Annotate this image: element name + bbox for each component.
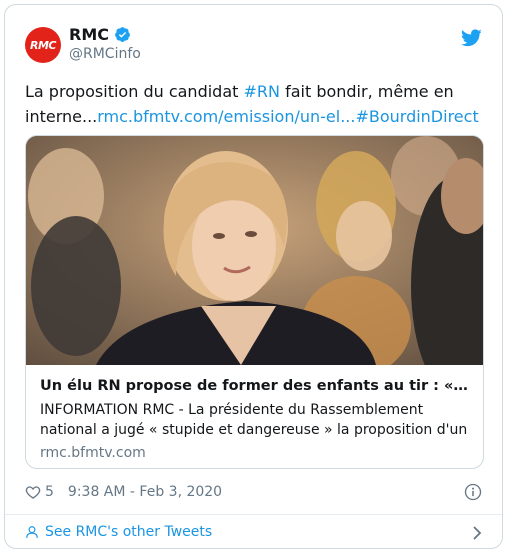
person-icon [26,526,38,538]
tweet-header: RMC RMC @RMCinfo [25,25,482,73]
tweet-meta: 5 9:38 AM - Feb 3, 2020 [25,480,482,504]
avatar-label: RMC [30,38,57,52]
twitter-bird-icon[interactable] [461,29,482,47]
article-link[interactable]: rmc.bfmtv.com/emission/un-el... [97,107,355,126]
display-name[interactable]: RMC [69,25,109,44]
author-names[interactable]: RMC @RMCinfo [69,25,141,62]
card-title[interactable]: Un élu RN propose de former des enfants … [40,376,469,396]
card-image[interactable] [26,136,483,365]
card-domain: rmc.bfmtv.com [40,445,146,461]
chevron-right-icon[interactable] [472,526,482,540]
verified-badge-icon [115,27,130,42]
card-body: Un élu RN propose de former des enfants … [40,376,469,463]
info-icon[interactable] [464,483,482,501]
timestamp[interactable]: 9:38 AM - Feb 3, 2020 [68,484,222,500]
tweet-text: La proposition du candidat #RN fait bond… [25,79,487,129]
see-more-tweets-link[interactable]: See RMC's other Tweets [25,516,482,548]
see-more-label[interactable]: See RMC's other Tweets [45,524,212,540]
card-description: INFORMATION RMC - La présidente du Rasse… [40,402,468,438]
footer-divider [5,514,502,515]
tweet-text-part: La proposition du candidat [25,82,244,101]
link-preview-card[interactable]: Un élu RN propose de former des enfants … [25,135,484,469]
hashtag-link-rn[interactable]: #RN [243,82,280,101]
heart-icon[interactable] [25,484,41,500]
like-count[interactable]: 5 [45,484,54,500]
embedded-tweet: RMC RMC @RMCinfo La proposition du candi… [4,4,503,549]
user-handle[interactable]: @RMCinfo [69,46,141,62]
hashtag-link-bourdindirect[interactable]: #BourdinDirect [355,107,478,126]
avatar[interactable]: RMC [25,27,61,63]
card-photo [26,136,483,365]
